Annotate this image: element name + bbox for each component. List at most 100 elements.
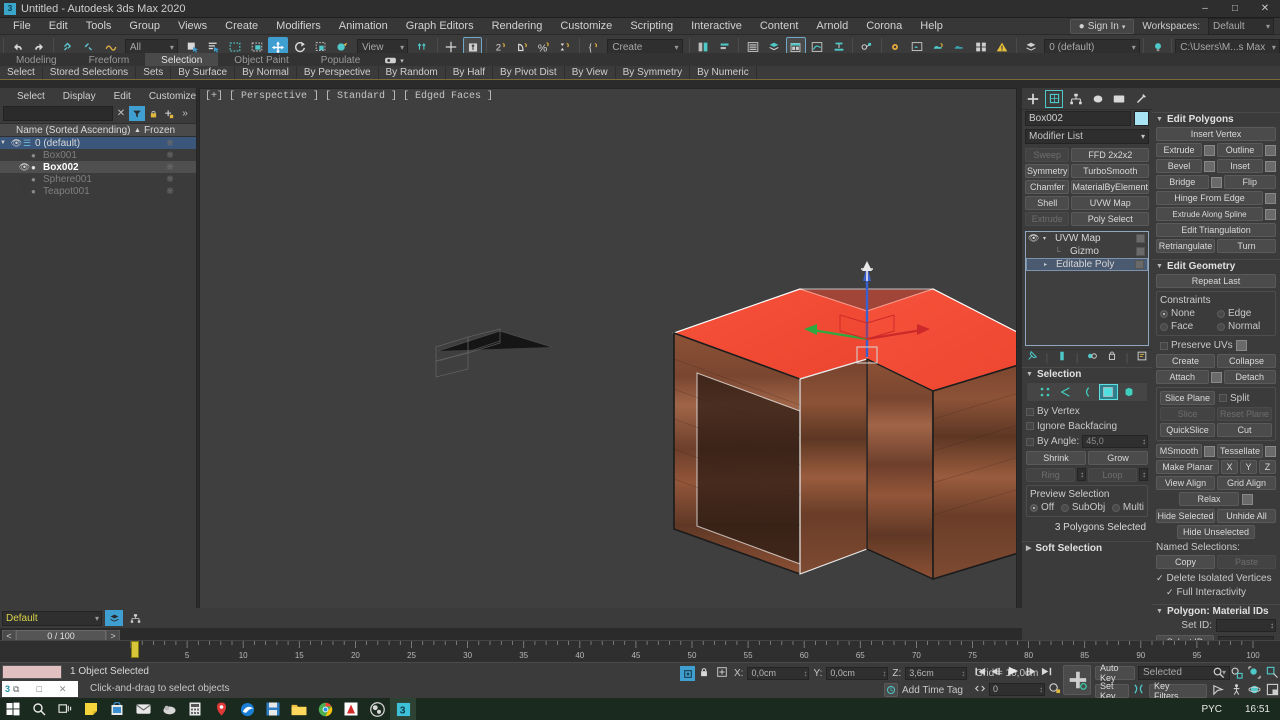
windows-taskbar[interactable]: 3 PYC 16:51: [0, 698, 1280, 720]
task-view-icon[interactable]: [52, 698, 78, 720]
scene-explorer-search-row[interactable]: ✕ »: [0, 104, 196, 123]
radio-face[interactable]: [1160, 322, 1168, 331]
pan-icon[interactable]: [1212, 683, 1225, 699]
timeline-ruler-svg[interactable]: 5 10 15 20 25 30 35 40 45 50 55 60 65 70 75 80 85 90 95 100: [0, 641, 1280, 663]
extrude-button[interactable]: Extrude: [1156, 143, 1202, 157]
loop-spinner[interactable]: [1139, 468, 1148, 481]
modifier-list-dropdown[interactable]: Modifier List: [1025, 129, 1149, 144]
radio-edge[interactable]: [1217, 309, 1225, 318]
edge-icon[interactable]: [1057, 384, 1076, 400]
make-planar-button[interactable]: Make Planar: [1156, 460, 1219, 474]
by-angle-row[interactable]: By Angle: 45,0: [1026, 435, 1148, 448]
frame-input[interactable]: 0: [989, 683, 1045, 696]
msmooth-settings-box[interactable]: [1204, 445, 1215, 457]
menu-item-tools[interactable]: Tools: [77, 18, 121, 35]
y-coordinate-field[interactable]: 0,0cm: [826, 667, 889, 680]
preview-option-off[interactable]: Off: [1030, 502, 1054, 513]
hide-selected-button[interactable]: Hide Selected: [1156, 509, 1215, 523]
lock-selection-icon[interactable]: [699, 666, 712, 681]
3dsmax-icon[interactable]: 3: [390, 698, 416, 720]
bevel-button[interactable]: Bevel: [1156, 159, 1202, 173]
by-angle-spinner[interactable]: 45,0: [1082, 435, 1148, 448]
ring-loop-row[interactable]: Ring Loop: [1026, 468, 1148, 482]
modify-tab-icon[interactable]: [1045, 89, 1064, 108]
taskbar-language[interactable]: PYC: [1201, 704, 1222, 715]
constraint-face[interactable]: Face: [1160, 321, 1215, 332]
soft-selection-rollout[interactable]: ▶ Soft Selection: [1022, 541, 1152, 554]
minimize-button[interactable]: –: [1190, 0, 1220, 18]
reset-plane-button[interactable]: Reset Plane: [1217, 407, 1272, 421]
scene-explorer-search-input[interactable]: [3, 106, 113, 121]
view-align-button[interactable]: View Align: [1156, 476, 1215, 490]
tessellate-button[interactable]: Tessellate: [1217, 444, 1263, 458]
explorer-menu-customize[interactable]: Customize: [140, 91, 205, 102]
edit-geometry-body[interactable]: Repeat Last Constraints None Edge Face Norm…: [1152, 272, 1280, 600]
ribbon-button-by-half[interactable]: By Half: [446, 66, 493, 79]
play-icon[interactable]: [1006, 665, 1021, 680]
modifier-button-poly-select[interactable]: Poly Select: [1071, 212, 1149, 226]
menu-item-modifiers[interactable]: Modifiers: [267, 18, 330, 35]
radio-none[interactable]: [1160, 309, 1168, 318]
next-frame-icon[interactable]: [1024, 666, 1037, 680]
constraints-group[interactable]: Constraints None Edge Face Normal: [1156, 291, 1276, 336]
slice-plane-row[interactable]: Slice Plane Split: [1160, 391, 1272, 405]
loop-button[interactable]: Loop: [1088, 468, 1137, 482]
viewport-navigation-top[interactable]: [1212, 666, 1279, 682]
frozen-icon[interactable]: ❋: [144, 138, 196, 149]
store-icon[interactable]: [104, 698, 130, 720]
frozen-icon[interactable]: ❋: [144, 186, 196, 197]
hide-unselected-button[interactable]: Hide Unselected: [1177, 525, 1255, 539]
preview-option-multi[interactable]: Multi: [1111, 502, 1144, 513]
transform-type-in-icon[interactable]: [716, 666, 730, 681]
walkthrough-icon[interactable]: [1230, 683, 1243, 699]
explorer-row[interactable]: ▼ 👁 ☰ 0 (default) ❋: [0, 137, 196, 149]
radio-off[interactable]: [1030, 503, 1038, 512]
menu-item-create[interactable]: Create: [216, 18, 267, 35]
explorer-menu-select[interactable]: Select: [8, 91, 54, 102]
detach-button[interactable]: Detach: [1223, 370, 1276, 384]
ignore-backfacing-row[interactable]: Ignore Backfacing: [1026, 421, 1148, 434]
auto-key-row[interactable]: Auto Key Selected: [1095, 663, 1230, 683]
relax-settings-box[interactable]: [1242, 493, 1253, 505]
sign-in-button[interactable]: ● Sign In ▾: [1069, 19, 1135, 34]
remove-modifier-icon[interactable]: [1106, 350, 1118, 365]
menu-item-group[interactable]: Group: [120, 18, 169, 35]
eye-off-icon[interactable]: ⬤: [18, 150, 31, 161]
shrink-grow-row[interactable]: Shrink Grow: [1026, 451, 1148, 465]
goto-start-icon[interactable]: [974, 666, 987, 680]
maximize-button[interactable]: □: [1220, 0, 1250, 18]
frozen-icon[interactable]: ❋: [144, 150, 196, 161]
by-angle-checkbox[interactable]: [1026, 437, 1034, 446]
menu-item-help[interactable]: Help: [911, 18, 952, 35]
selection-rollout-body[interactable]: By Vertex Ignore Backfacing By Angle: 45…: [1022, 380, 1152, 535]
make-planar-row[interactable]: Make Planar X Y Z: [1156, 460, 1276, 474]
orbit-icon[interactable]: [1248, 683, 1261, 699]
selection-rollout[interactable]: ▼ Selection By Vertex Ignore Backfacing …: [1022, 367, 1152, 535]
edit-triangulation-button[interactable]: Edit Triangulation: [1156, 223, 1276, 237]
attach-detach-row[interactable]: Attach Detach: [1156, 370, 1276, 384]
ribbon-button-by-perspective[interactable]: By Perspective: [297, 66, 379, 79]
ribbon-button-by-random[interactable]: By Random: [379, 66, 446, 79]
slice-plane-button[interactable]: Slice Plane: [1160, 391, 1215, 405]
scene-explorer-rows[interactable]: ▼ 👁 ☰ 0 (default) ❋ ⬤ ● Box001 ❋ 👁 ● Box002 ❋ ⬤ ● Spher…: [0, 137, 196, 197]
by-vertex-row[interactable]: By Vertex: [1026, 406, 1148, 419]
create-collapse-row[interactable]: Create Collapse: [1156, 354, 1276, 368]
menu-item-graph-editors[interactable]: Graph Editors: [397, 18, 483, 35]
insert-vertex-button[interactable]: Insert Vertex: [1156, 127, 1276, 141]
menu-item-views[interactable]: Views: [169, 18, 216, 35]
preserve-uvs-row[interactable]: Preserve UVs: [1160, 340, 1276, 351]
modifier-button-materialbyelement[interactable]: MaterialByElement: [1071, 180, 1149, 194]
menu-item-content[interactable]: Content: [751, 18, 808, 35]
acrobat-icon[interactable]: [338, 698, 364, 720]
make-planar-x-button[interactable]: X: [1221, 460, 1238, 474]
create-button[interactable]: Create: [1156, 354, 1215, 368]
edge-icon[interactable]: [234, 698, 260, 720]
constraint-normal[interactable]: Normal: [1217, 321, 1272, 332]
explorer-menu-edit[interactable]: Edit: [105, 91, 140, 102]
extrude-along-spline-row[interactable]: Extrude Along Spline: [1156, 207, 1276, 221]
configure-sets-icon[interactable]: [1136, 350, 1148, 365]
zoom-extents-icon[interactable]: [1248, 666, 1261, 682]
explorer-menu-display[interactable]: Display: [54, 91, 105, 102]
zoom-icon[interactable]: [1212, 666, 1225, 682]
column-name[interactable]: Name (Sorted Ascending): [14, 125, 134, 136]
